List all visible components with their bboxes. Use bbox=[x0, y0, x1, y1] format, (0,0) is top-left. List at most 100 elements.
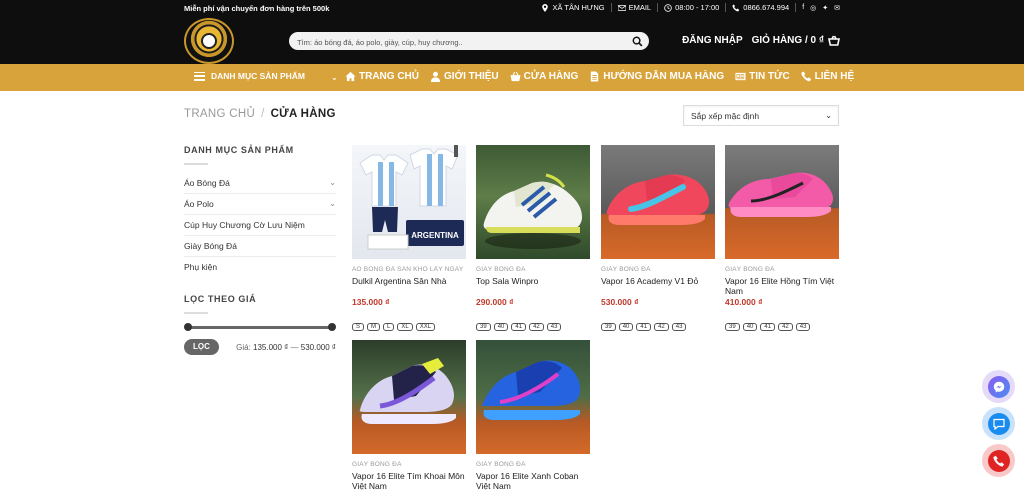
user-icon bbox=[430, 71, 441, 82]
size-option[interactable]: 41 bbox=[760, 323, 776, 331]
product-card[interactable]: GIÀY BÓNG ĐÁ Vapor 16 Elite Tím Khoai Mô… bbox=[352, 340, 466, 490]
instagram-icon[interactable]: ◎ bbox=[810, 4, 816, 12]
phone-icon bbox=[800, 71, 811, 82]
size-option[interactable]: 39 bbox=[601, 323, 616, 331]
top-bar: Miễn phí vận chuyển đơn hàng trên 500k X… bbox=[0, 0, 1024, 16]
size-option[interactable]: 39 bbox=[725, 323, 740, 331]
product-image[interactable] bbox=[476, 145, 590, 259]
login-link[interactable]: ĐĂNG NHẬP bbox=[682, 35, 743, 46]
phone-text: 0866.674.994 bbox=[743, 3, 790, 12]
product-price: 530.000 ₫ bbox=[601, 297, 639, 307]
size-option[interactable]: 41 bbox=[511, 323, 527, 331]
product-image[interactable] bbox=[352, 340, 466, 454]
email-small-icon[interactable]: ✉ bbox=[834, 4, 840, 12]
pink-shoe-image bbox=[728, 172, 834, 217]
size-option[interactable]: 43 bbox=[795, 323, 811, 331]
location-link[interactable]: XÃ TÂN HƯNG bbox=[541, 3, 605, 12]
nav-item-news[interactable]: TIN TỨC bbox=[735, 71, 790, 82]
product-card[interactable]: ARGENTINA ÁO BÓNG ĐÁ SÂN KHO LẤY NGAY Du… bbox=[352, 145, 466, 331]
slider-handle-max[interactable] bbox=[328, 323, 336, 331]
size-option[interactable]: XXL bbox=[415, 323, 436, 331]
size-option[interactable]: 42 bbox=[529, 323, 544, 331]
product-title[interactable]: Dulkil Argentina Sân Nhà bbox=[352, 276, 466, 296]
zalo-button[interactable] bbox=[982, 407, 1015, 440]
price-range-text: Giá: 135.000 ₫ — 530.000 ₫ bbox=[236, 343, 336, 352]
search-icon[interactable] bbox=[632, 36, 643, 47]
size-option[interactable]: 39 bbox=[476, 323, 491, 331]
slider-handle-min[interactable] bbox=[184, 323, 192, 331]
size-option[interactable]: 41 bbox=[636, 323, 652, 331]
site-logo[interactable] bbox=[184, 18, 234, 64]
product-category[interactable]: GIÀY BÓNG ĐÁ bbox=[601, 266, 715, 273]
size-option[interactable]: S bbox=[352, 323, 365, 331]
product-card[interactable]: GIÀY BÓNG ĐÁ Top Sala Winpro 290.000 ₫ 3… bbox=[476, 145, 590, 331]
size-option[interactable]: 40 bbox=[493, 323, 509, 331]
search-input[interactable] bbox=[289, 33, 619, 52]
size-option[interactable]: XL bbox=[397, 323, 413, 331]
product-title[interactable]: Vapor 16 Elite Tím Khoai Môn Việt Nam bbox=[352, 471, 466, 490]
chevron-down-icon[interactable]: ⌄ bbox=[329, 194, 336, 214]
purple-shoe-image bbox=[359, 358, 456, 424]
nav-item-guide[interactable]: HƯỚNG DẪN MUA HÀNG bbox=[589, 71, 724, 82]
product-card[interactable]: GIÀY BÓNG ĐÁ Vapor 16 Elite Hồng Tím Việ… bbox=[725, 145, 839, 331]
size-option[interactable]: 42 bbox=[778, 323, 793, 331]
hamburger-icon bbox=[194, 71, 205, 81]
product-category[interactable]: GIÀY BÓNG ĐÁ bbox=[352, 461, 466, 468]
category-item[interactable]: Phụ kiện bbox=[184, 257, 336, 278]
messenger-button[interactable] bbox=[982, 370, 1015, 403]
product-image[interactable]: ARGENTINA bbox=[352, 145, 466, 259]
size-option[interactable]: L bbox=[383, 323, 395, 331]
price-filter-heading: LỌC THEO GIÁ bbox=[184, 294, 257, 304]
category-item[interactable]: Áo Bóng Đá ⌄ bbox=[184, 173, 336, 194]
chevron-down-icon: ⌄ bbox=[825, 111, 832, 120]
product-category[interactable]: ÁO BÓNG ĐÁ SÂN KHO LẤY NGAY bbox=[352, 266, 466, 273]
chevron-down-icon[interactable]: ⌄ bbox=[329, 173, 336, 193]
call-button[interactable] bbox=[982, 444, 1015, 477]
shopping-basket-icon bbox=[828, 35, 840, 46]
email-link[interactable]: EMAIL bbox=[617, 3, 651, 12]
size-option[interactable]: 43 bbox=[546, 323, 562, 331]
nav-item-home[interactable]: TRANG CHỦ bbox=[345, 71, 419, 82]
product-image[interactable] bbox=[725, 145, 839, 259]
filter-button[interactable]: LỌC bbox=[184, 339, 219, 355]
slider-track bbox=[187, 326, 333, 329]
size-option[interactable]: 40 bbox=[618, 323, 634, 331]
price-slider[interactable] bbox=[184, 322, 336, 332]
twitter-icon[interactable]: ✦ bbox=[822, 4, 828, 12]
nav-item-contact[interactable]: LIÊN HỆ bbox=[800, 71, 854, 82]
cart-link[interactable]: GIỎ HÀNG / 0 ₫ bbox=[752, 35, 840, 46]
category-menu-label: DANH MỤC SẢN PHẨM bbox=[211, 71, 305, 81]
chevron-down-icon[interactable]: ⌄ bbox=[331, 73, 338, 82]
category-menu-toggle[interactable]: DANH MỤC SẢN PHẨM bbox=[194, 71, 305, 81]
phone-link[interactable]: 0866.674.994 bbox=[732, 3, 789, 12]
product-title[interactable]: Top Sala Winpro bbox=[476, 276, 590, 296]
product-image[interactable] bbox=[601, 145, 715, 259]
product-category[interactable]: GIÀY BÓNG ĐÁ bbox=[476, 266, 590, 273]
category-label: Giày Bóng Đá bbox=[184, 241, 237, 251]
size-option[interactable]: M bbox=[367, 323, 381, 331]
size-option[interactable]: 43 bbox=[671, 323, 687, 331]
size-option[interactable]: 40 bbox=[742, 323, 758, 331]
product-title[interactable]: Vapor 16 Elite Hồng Tím Việt Nam bbox=[725, 276, 839, 296]
product-title[interactable]: Vapor 16 Academy V1 Đỏ bbox=[601, 276, 715, 296]
category-item[interactable]: Áo Polo ⌄ bbox=[184, 194, 336, 215]
messenger-icon bbox=[993, 381, 1004, 392]
product-title[interactable]: Vapor 16 Elite Xanh Coban Việt Nam bbox=[476, 471, 590, 490]
product-category[interactable]: GIÀY BÓNG ĐÁ bbox=[476, 461, 590, 468]
category-item[interactable]: Giày Bóng Đá bbox=[184, 236, 336, 257]
product-image[interactable] bbox=[476, 340, 590, 454]
sort-select[interactable]: Sắp xếp mặc định ⌄ bbox=[683, 105, 839, 126]
red-shoe-image bbox=[606, 174, 710, 225]
breadcrumb-home[interactable]: TRANG CHỦ bbox=[184, 108, 255, 120]
categories-heading: DANH MỤC SẢN PHẨM bbox=[184, 145, 294, 155]
category-item[interactable]: Cúp Huy Chương Cờ Lưu Niệm bbox=[184, 215, 336, 236]
nav-item-shop[interactable]: CỬA HÀNG bbox=[510, 71, 578, 82]
size-option[interactable]: 42 bbox=[654, 323, 669, 331]
nav-item-about[interactable]: GIỚI THIỆU bbox=[430, 71, 499, 82]
product-card[interactable]: GIÀY BÓNG ĐÁ Vapor 16 Academy V1 Đỏ 530.… bbox=[601, 145, 715, 331]
heading-underline bbox=[184, 163, 208, 165]
facebook-icon[interactable]: f bbox=[802, 4, 804, 11]
product-category[interactable]: GIÀY BÓNG ĐÁ bbox=[725, 266, 839, 273]
header-account-links: ĐĂNG NHẬP GIỎ HÀNG / 0 ₫ bbox=[682, 35, 840, 46]
product-card[interactable]: GIÀY BÓNG ĐÁ Vapor 16 Elite Xanh Coban V… bbox=[476, 340, 590, 490]
